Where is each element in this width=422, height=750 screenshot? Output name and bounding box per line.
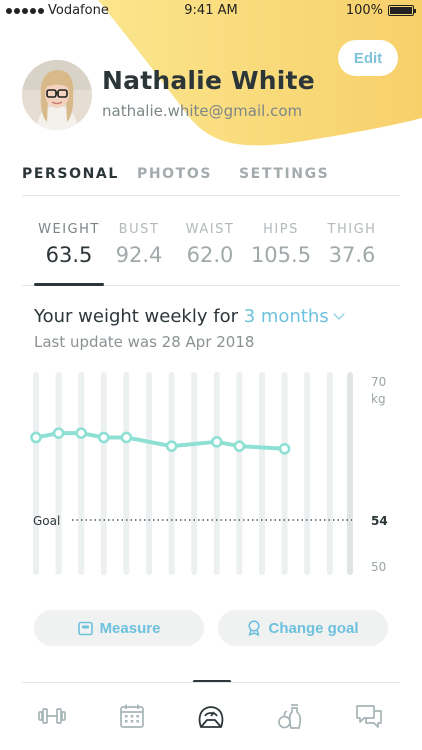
- y-tick-label: 50: [371, 560, 386, 574]
- metric-label: HIPS: [263, 222, 299, 237]
- metric-label: THIGH: [327, 222, 377, 237]
- chart-column-bar: [304, 372, 311, 575]
- chart-column-bar: [236, 372, 243, 575]
- metric-waist[interactable]: WAIST 62.0: [174, 222, 246, 267]
- chart-column-bar: [326, 372, 333, 575]
- chart-column-bar: [78, 372, 85, 575]
- chart-column-bar: [191, 372, 198, 575]
- metric-bust[interactable]: BUST 92.4: [103, 222, 175, 267]
- chart-title-prefix: Your weight weekly for: [34, 306, 238, 327]
- avatar-image: [22, 60, 92, 130]
- active-metric-indicator: [34, 283, 104, 286]
- profile-name: Nathalie White: [102, 66, 315, 95]
- chat-icon[interactable]: [354, 701, 384, 731]
- battery-percent: 100%: [345, 3, 383, 18]
- y-tick-label: 54: [371, 514, 388, 528]
- data-point: [98, 431, 110, 444]
- chart-column-bar: [281, 372, 288, 575]
- data-point: [52, 427, 65, 439]
- tab-personal[interactable]: PERSONAL: [22, 166, 119, 182]
- data-point: [30, 431, 42, 444]
- tab-photos[interactable]: PHOTOS: [137, 166, 212, 182]
- measure-label: Measure: [99, 619, 161, 637]
- chevron-down-icon: [333, 308, 345, 320]
- chart-column-bar: [146, 372, 152, 575]
- change-goal-button[interactable]: Change goal: [218, 610, 388, 646]
- data-point: [75, 427, 87, 439]
- metric-value: 63.5: [45, 243, 93, 267]
- y-axis-track: [347, 372, 353, 575]
- metric-thigh[interactable]: THIGH 37.6: [316, 222, 388, 267]
- metric-value: 105.5: [250, 243, 312, 267]
- edit-profile-button[interactable]: Edit: [338, 40, 398, 76]
- data-point: [120, 431, 133, 444]
- metric-label: WAIST: [185, 222, 235, 237]
- chart-title: Your weight weekly for 3 months: [34, 306, 345, 327]
- profile-tabs: PERSONAL PHOTOS SETTINGS: [22, 162, 400, 196]
- measurement-metrics: WEIGHT 63.5 BUST 92.4 WAIST 62.0 HIPS 10…: [22, 222, 400, 286]
- metric-weight[interactable]: WEIGHT 63.5: [33, 222, 105, 267]
- chart-subtitle: Last update was 28 Apr 2018: [34, 333, 255, 351]
- range-selector[interactable]: 3 months: [243, 306, 345, 327]
- data-point: [211, 436, 223, 448]
- data-point: [278, 442, 291, 455]
- profile-email: nathalie.white@gmail.com: [102, 102, 303, 120]
- tab-settings[interactable]: SETTINGS: [239, 166, 329, 182]
- calendar-icon[interactable]: [117, 701, 147, 731]
- bottom-navigation: [22, 682, 400, 750]
- award-icon: [248, 620, 261, 636]
- battery-icon: [388, 5, 416, 16]
- weight-series-line: [34, 431, 287, 451]
- chart-column-bar: [55, 372, 62, 575]
- scale-icon[interactable]: [196, 701, 226, 731]
- range-label: 3 months: [243, 306, 329, 327]
- goal-label: Goal: [33, 514, 60, 528]
- metric-label: WEIGHT: [38, 222, 100, 237]
- data-point: [233, 440, 246, 452]
- metric-hips[interactable]: HIPS 105.5: [245, 222, 317, 267]
- y-tick-label: 70: [371, 375, 386, 389]
- chart-column-bar: [33, 372, 39, 575]
- metric-value: 92.4: [115, 243, 163, 267]
- metric-value: 37.6: [328, 243, 376, 267]
- y-unit-label: kg: [371, 392, 386, 406]
- weight-chart: Goal 70 54 50 kg: [30, 372, 388, 575]
- metric-label: BUST: [118, 222, 160, 237]
- avatar[interactable]: [22, 60, 92, 130]
- status-bar: Vodafone 9:41 AM 100%: [0, 0, 422, 22]
- metric-value: 62.0: [186, 243, 234, 267]
- measure-button[interactable]: Measure: [34, 610, 204, 646]
- dumbbell-icon[interactable]: [37, 701, 67, 731]
- data-point: [165, 440, 178, 452]
- food-icon[interactable]: [275, 701, 305, 731]
- chart-column-bar: [100, 372, 107, 575]
- chart-column-bar: [213, 372, 220, 575]
- change-goal-label: Change goal: [268, 619, 359, 637]
- battery-status: 100%: [345, 3, 416, 18]
- chart-column-bar: [168, 372, 175, 575]
- measure-icon: [77, 621, 93, 635]
- chart-column-bar: [123, 372, 130, 575]
- chart-column-bar: [259, 372, 265, 575]
